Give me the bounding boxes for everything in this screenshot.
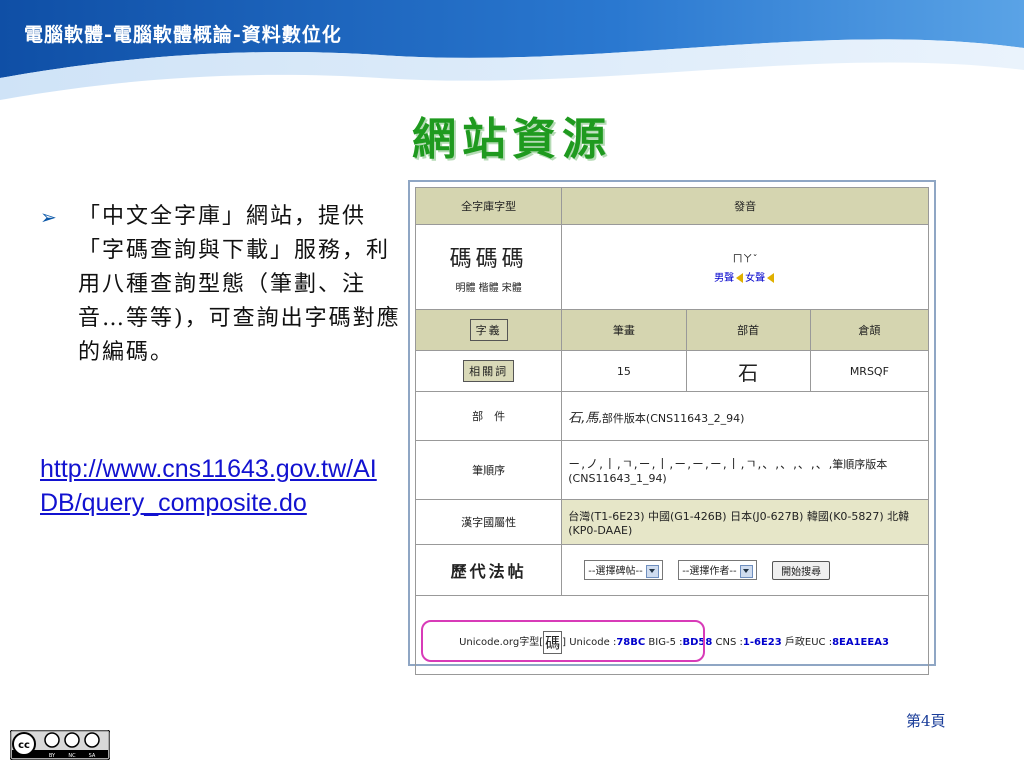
meaning-button[interactable]: 字義 xyxy=(469,319,508,341)
table-row: 碼碼碼 明體 楷體 宋體 ㄇㄚˇ 男聲 女聲 xyxy=(414,224,929,310)
zhuyin-text: ㄇㄚˇ xyxy=(732,254,758,265)
author-select-value: --選擇作者-- xyxy=(682,566,737,578)
bullet-text: 「中文全字庫」網站，提供「字碼查詢與下載」服務，利用八種查詢型態（筆劃、注音…等… xyxy=(78,204,401,365)
components-label: 部 件 xyxy=(414,391,563,441)
meaning-cell: 字義 xyxy=(414,309,563,351)
stroke-count: 15 xyxy=(561,350,687,392)
pron-col-header: 發音 xyxy=(561,187,929,225)
highlight-box xyxy=(421,620,705,662)
header-band xyxy=(0,0,1024,100)
chevron-down-icon xyxy=(739,564,753,578)
bullet-paragraph: ➢ 「中文全字庫」網站，提供「字碼查詢與下載」服務，利用八種查詢型態（筆劃、注音… xyxy=(40,200,402,370)
table-row: 部 件 石,馬,部件版本(CNS11643_2_94) xyxy=(414,391,929,441)
sa-label: SA xyxy=(89,753,96,759)
page-number: 第4頁 xyxy=(906,712,946,730)
table-row: 相關詞 15 石 MRSQF xyxy=(414,350,930,392)
cangjie-code: MRSQF xyxy=(809,350,930,392)
table-row: 歷代法帖 --選擇碑帖-- --選擇作者-- 開始搜尋 xyxy=(414,544,929,596)
related-words-button[interactable]: 相關詞 xyxy=(463,360,515,382)
related-cell: 相關詞 xyxy=(414,350,563,392)
chevron-down-icon xyxy=(645,564,659,578)
start-search-button[interactable]: 開始搜尋 xyxy=(772,560,831,580)
attr-value: 台灣(T1-6E23) 中國(G1-426B) 日本(J0-627B) 韓國(K… xyxy=(561,499,929,545)
speaker-icon[interactable] xyxy=(736,273,744,283)
strokes-header: 筆畫 xyxy=(561,309,687,351)
glyph-col-header: 全字庫字型 xyxy=(414,187,563,225)
table-row: 字義 筆畫 部首 倉頡 xyxy=(414,309,930,351)
speaker-icon[interactable] xyxy=(767,273,775,283)
components-glyphs: 石,馬 xyxy=(568,410,599,426)
glyph-font-names: 明體 楷體 宋體 xyxy=(455,282,522,294)
stele-select[interactable]: --選擇碑帖-- xyxy=(584,560,663,580)
table-row: 漢字國屬性 台灣(T1-6E23) 中國(G1-426B) 日本(J0-627B… xyxy=(414,499,929,545)
slide-title: 網站資源 xyxy=(412,114,612,165)
cns-url-link[interactable]: http://www.cns11643.gov.tw/AIDB/query_co… xyxy=(40,452,380,520)
euc-value: 8EA1EEA3 xyxy=(832,637,889,648)
author-select[interactable]: --選擇作者-- xyxy=(678,560,757,580)
pron-cell: ㄇㄚˇ 男聲 女聲 xyxy=(561,224,929,310)
website-screenshot: 全字庫字型 發音 碼碼碼 明體 楷體 宋體 ㄇㄚˇ 男聲 女聲 字義 筆畫 部首 … xyxy=(408,180,936,675)
cangjie-header: 倉頡 xyxy=(809,309,930,351)
by-label: BY xyxy=(49,753,56,759)
components-cell: 石,馬,部件版本(CNS11643_2_94) xyxy=(561,391,929,441)
nc-label: NC xyxy=(68,753,76,759)
radical-glyph: 石 xyxy=(685,350,811,392)
table-row: 筆順序 ㄧ,ノ,丨,ㄱ,ㄧ,丨,ㄧ,ㄧ,ㄧ,丨,ㄱ,、,、,、,、,筆順序版本(… xyxy=(414,440,929,500)
deck-title: 電腦軟體-電腦軟體概論-資料數位化 xyxy=(24,24,342,46)
euc-label: 戶政EUC : xyxy=(784,637,833,648)
glyph-cell: 碼碼碼 明體 楷體 宋體 xyxy=(414,224,563,310)
stroke-order-sequence: ㄧ,ノ,丨,ㄱ,ㄧ,丨,ㄧ,ㄧ,ㄧ,丨,ㄱ,、,、,、,、 xyxy=(568,457,829,471)
calligraphy-cell: --選擇碑帖-- --選擇作者-- 開始搜尋 xyxy=(561,544,929,596)
radical-header: 部首 xyxy=(685,309,811,351)
female-voice-link[interactable]: 女聲 xyxy=(745,273,765,284)
lookup-table: 全字庫字型 發音 碼碼碼 明體 楷體 宋體 ㄇㄚˇ 男聲 女聲 字義 筆畫 部首 … xyxy=(414,187,930,675)
glyph-samples: 碼碼碼 xyxy=(449,246,528,272)
cns-value: 1-6E23 xyxy=(742,637,782,648)
cc-label: cc xyxy=(18,740,30,751)
stroke-order-label: 筆順序 xyxy=(414,440,563,500)
components-version: ,部件版本(CNS11643_2_94) xyxy=(598,411,745,425)
stele-select-value: --選擇碑帖-- xyxy=(588,566,643,578)
cc-license-icon: cc BY NC SA xyxy=(10,730,110,760)
stroke-order-cell: ㄧ,ノ,丨,ㄱ,ㄧ,丨,ㄧ,ㄧ,ㄧ,丨,ㄱ,、,、,、,、,筆順序版本(CNS1… xyxy=(561,440,929,500)
calligraphy-label: 歷代法帖 xyxy=(414,544,563,596)
arrow-bullet-icon: ➢ xyxy=(40,205,59,229)
attr-label: 漢字國屬性 xyxy=(414,499,563,545)
male-voice-link[interactable]: 男聲 xyxy=(714,273,734,284)
table-row: 全字庫字型 發音 xyxy=(414,187,929,225)
cns-label: CNS : xyxy=(715,637,743,648)
